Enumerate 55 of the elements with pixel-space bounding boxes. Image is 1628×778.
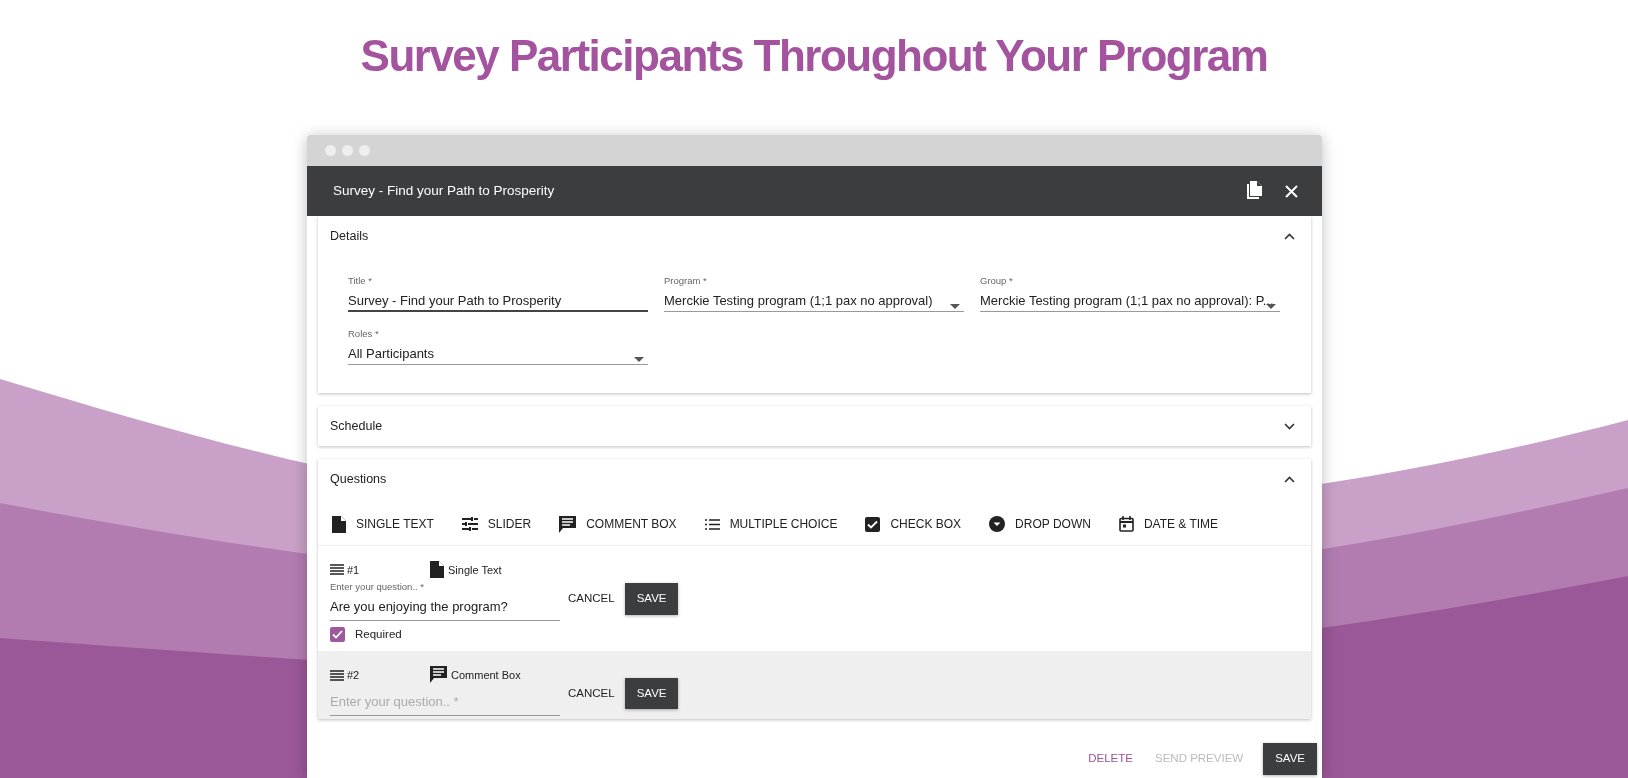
select-field[interactable]: Roles * All Participants (348, 327, 648, 365)
question-type-button[interactable]: DATE & TIME (1118, 515, 1219, 533)
list-icon (704, 518, 720, 530)
comment-icon (559, 515, 577, 533)
select-field[interactable]: Program * Merckie Testing program (1;1 pax no approval) (664, 274, 964, 312)
dropdown-icon (989, 516, 1006, 532)
question-type: Single Text (448, 562, 502, 578)
checkbox-label: Required (355, 627, 402, 642)
question-number: #1 (347, 562, 360, 578)
drag-handle-icon (330, 669, 344, 681)
drag-handle-icon (330, 564, 344, 576)
input-field[interactable]: Title * Survey - Find your Path to Prosperity (348, 274, 648, 312)
window-dot (325, 145, 336, 156)
footer-button[interactable]: DELETE (1086, 746, 1135, 772)
section-title[interactable]: Details (330, 226, 369, 246)
section-title[interactable]: Schedule (330, 416, 383, 436)
sliders-icon (461, 517, 478, 531)
section-title[interactable]: Questions (330, 469, 387, 489)
question-type-button[interactable]: DROP DOWN (989, 515, 1091, 533)
calendar-icon (1118, 516, 1134, 532)
window-dot (359, 145, 370, 156)
question-type-button[interactable]: SLIDER (461, 515, 532, 533)
document-icon (332, 515, 346, 533)
checkbox[interactable] (330, 627, 345, 643)
question-type-button[interactable]: SINGLE TEXT (332, 515, 434, 533)
field-label: Group * (980, 274, 1013, 288)
save-button[interactable]: SAVE (624, 583, 679, 615)
field-label: Title * (348, 274, 372, 288)
checkbox-icon (865, 516, 881, 532)
page-title: Survey Participants Throughout Your Program (360, 31, 1268, 80)
dialog-title: Survey - Find your Path to Prosperity (333, 181, 555, 200)
cancel-button[interactable]: CANCEL (566, 586, 617, 612)
question-field[interactable]: Are you enjoying the program? (330, 597, 560, 621)
collapse-icon[interactable] (1284, 232, 1295, 240)
question-type: Comment Box (451, 667, 521, 683)
question-field[interactable]: Enter your question.. * (330, 692, 560, 716)
document-icon (430, 561, 444, 578)
collapse-icon[interactable] (1284, 475, 1295, 483)
question-number: #2 (347, 667, 360, 683)
field-label: Program * (664, 274, 707, 288)
question-row[interactable]: #1 Single Text Enter your question.. * Are you enjoying the program? Required CANCEL SAVE (318, 546, 1311, 652)
close-icon[interactable] (1285, 184, 1298, 198)
copy-icon[interactable] (1245, 181, 1263, 201)
footer-button[interactable]: SAVE (1263, 743, 1317, 775)
window-dot (342, 145, 353, 156)
question-type-button[interactable]: CHECK BOX (865, 515, 962, 533)
save-button[interactable]: SAVE (624, 677, 679, 709)
question-type-button[interactable]: COMMENT BOX (559, 515, 677, 533)
field-label: Enter your question.. * (330, 580, 424, 594)
cancel-button[interactable]: CANCEL (566, 680, 617, 706)
question-type-button[interactable]: MULTIPLE CHOICE (704, 515, 838, 533)
question-row[interactable]: #2 Comment Box Enter your question.. * CANCEL SAVE (318, 651, 1311, 720)
field-label: Roles * (348, 327, 379, 341)
comment-icon (430, 666, 447, 684)
expand-icon[interactable] (1284, 422, 1295, 430)
